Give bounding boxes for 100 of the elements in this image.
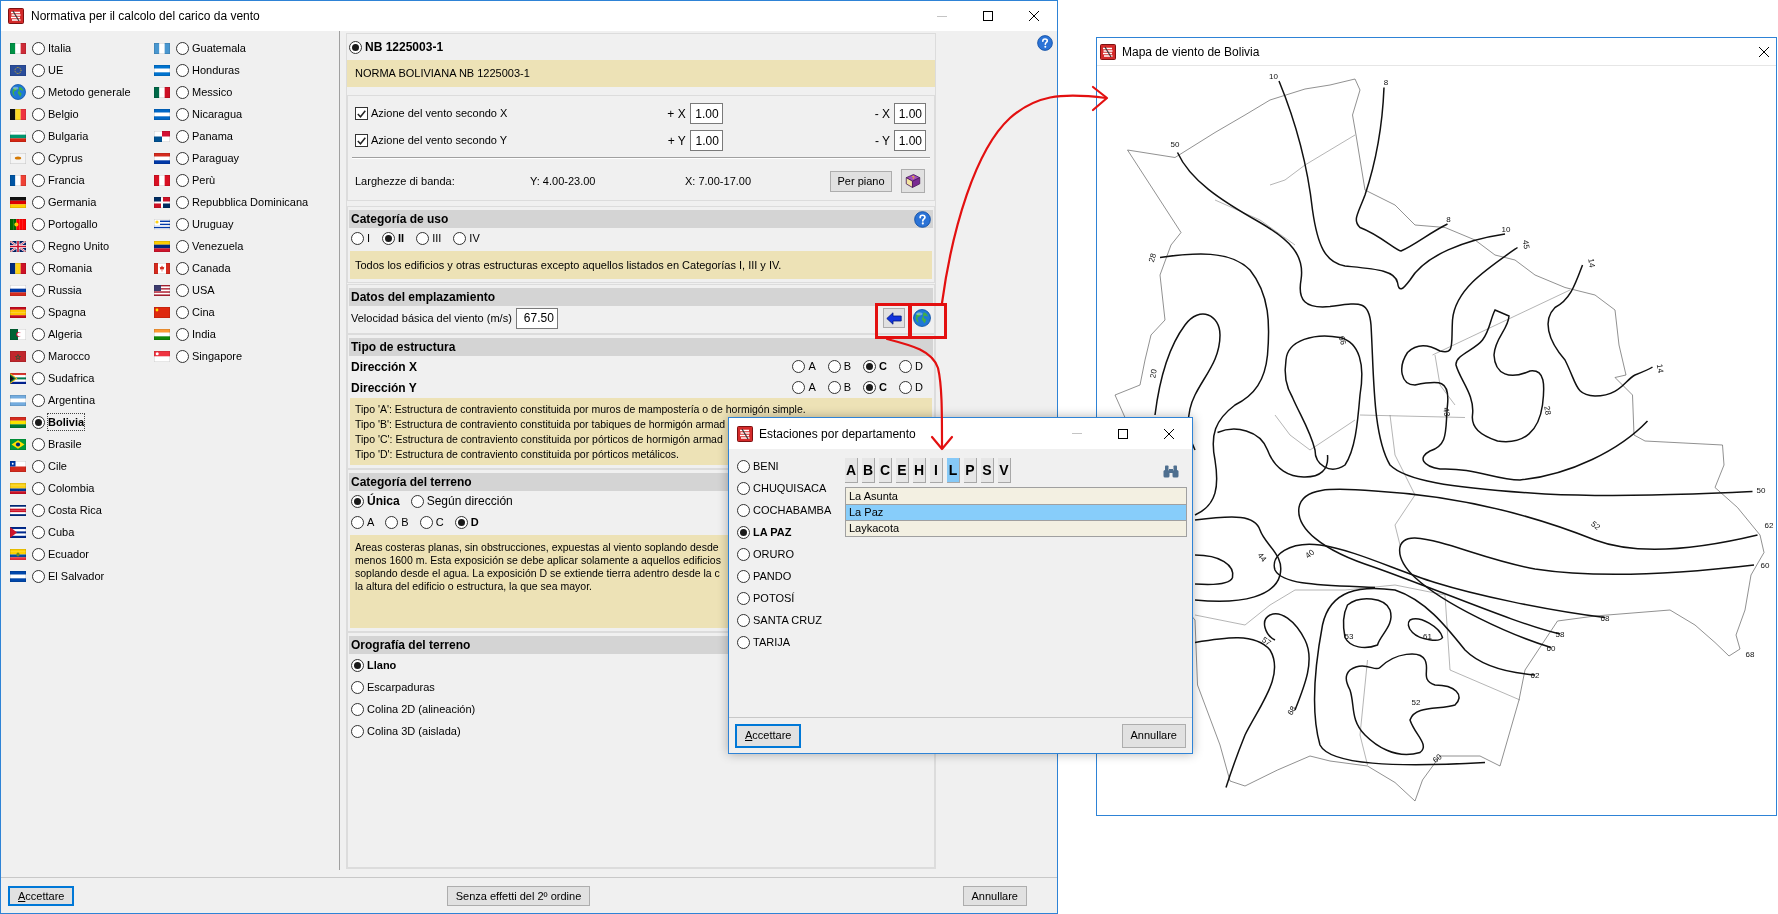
number-field[interactable]: 1.00	[689, 103, 723, 124]
country-radio[interactable]: Metodo generale	[32, 83, 131, 101]
dialog-button[interactable]: Annullare	[1121, 723, 1186, 748]
structure-radio[interactable]: B	[827, 379, 852, 396]
country-radio[interactable]: Guatemala	[176, 39, 246, 57]
country-radio[interactable]: Brasile	[32, 435, 82, 453]
letter-button[interactable]: E	[896, 458, 909, 483]
country-radio[interactable]: Venezuela	[176, 237, 244, 255]
letter-button[interactable]: A	[845, 458, 858, 483]
country-radio[interactable]: Costa Rica	[32, 501, 102, 519]
country-radio[interactable]: Francia	[32, 171, 85, 189]
letter-button[interactable]: C	[879, 458, 892, 483]
letter-button[interactable]: B	[862, 458, 875, 483]
list-item[interactable]: La Paz	[846, 504, 1186, 520]
book-button[interactable]	[901, 169, 925, 193]
globe-icon[interactable]	[913, 309, 931, 327]
maximize-icon[interactable]	[983, 11, 993, 21]
letter-button[interactable]: V	[998, 458, 1011, 483]
country-radio[interactable]: Cuba	[32, 523, 75, 541]
close-icon[interactable]	[1029, 11, 1039, 21]
checkbox[interactable]: Azione del vento secondo Y	[355, 132, 508, 149]
category-radio[interactable]: III	[416, 229, 442, 247]
country-radio[interactable]: Bolivia	[32, 413, 85, 431]
department-radio[interactable]: PANDO	[737, 567, 792, 585]
terrain-radio[interactable]: C	[419, 513, 444, 531]
country-radio[interactable]: Portogallo	[32, 215, 98, 233]
country-radio[interactable]: USA	[176, 281, 215, 299]
letter-button[interactable]: H	[913, 458, 926, 483]
country-radio[interactable]: UE	[32, 61, 64, 79]
country-radio[interactable]: Canada	[176, 259, 231, 277]
structure-radio[interactable]: B	[827, 358, 852, 375]
list-item[interactable]: Laykacota	[846, 520, 1186, 536]
country-radio[interactable]: Argentina	[32, 391, 96, 409]
close-icon[interactable]	[1759, 46, 1769, 57]
structure-radio[interactable]: D	[899, 358, 923, 375]
dialog-button[interactable]: Senza effetti del 2º ordine	[446, 886, 591, 906]
terrain-radio[interactable]: A	[351, 513, 375, 531]
structure-radio[interactable]: A	[792, 358, 816, 375]
country-radio[interactable]: Ecuador	[32, 545, 89, 563]
terrain-radio[interactable]: B	[385, 513, 409, 531]
orography-radio[interactable]: Colina 3D (aislada)	[351, 722, 461, 740]
dialog-button[interactable]: Accettare	[735, 723, 802, 748]
department-radio[interactable]: CHUQUISACA	[737, 479, 827, 497]
country-radio[interactable]: Panama	[176, 127, 233, 145]
number-field[interactable]: 1.00	[689, 130, 723, 151]
help-icon[interactable]	[1037, 35, 1053, 51]
structure-radio[interactable]: D	[899, 379, 923, 396]
orography-radio[interactable]: Llano	[351, 656, 397, 674]
department-radio[interactable]: ORURO	[737, 545, 794, 563]
department-radio[interactable]: LA PAZ	[737, 523, 792, 541]
country-radio[interactable]: Uruguay	[176, 215, 234, 233]
category-radio[interactable]: IV	[453, 229, 480, 247]
binoculars-icon[interactable]	[1163, 465, 1179, 478]
category-radio[interactable]: II	[382, 229, 405, 247]
number-field[interactable]: 1.00	[894, 103, 926, 124]
country-radio[interactable]: Algeria	[32, 325, 83, 343]
country-radio[interactable]: Colombia	[32, 479, 95, 497]
country-radio[interactable]: Germania	[32, 193, 97, 211]
letter-button[interactable]: L	[947, 458, 960, 483]
department-radio[interactable]: COCHABAMBA	[737, 501, 832, 519]
country-radio[interactable]: Regno Unito	[32, 237, 110, 255]
country-radio[interactable]: Repubblica Dominicana	[176, 193, 309, 211]
country-radio[interactable]: Messico	[176, 83, 233, 101]
close-icon[interactable]	[1164, 428, 1174, 439]
country-radio[interactable]: Italia	[32, 39, 72, 57]
department-radio[interactable]: BENI	[737, 457, 779, 475]
country-radio[interactable]: Cile	[32, 457, 67, 475]
dialog-button[interactable]: Accettare	[8, 886, 75, 906]
number-field[interactable]: 1.00	[894, 130, 926, 151]
country-radio[interactable]: Nicaragua	[176, 105, 243, 123]
mode-radio[interactable]: Según dirección	[410, 492, 513, 510]
country-radio[interactable]: India	[176, 325, 216, 343]
mode-radio[interactable]: Única	[351, 492, 400, 510]
country-radio[interactable]: Belgio	[32, 105, 79, 123]
help-icon[interactable]	[914, 210, 931, 228]
orography-radio[interactable]: Colina 2D (alineación)	[351, 700, 476, 718]
terrain-radio[interactable]: D	[454, 513, 479, 531]
dialog-button[interactable]: Annullare	[962, 886, 1027, 906]
country-radio[interactable]: Russia	[32, 281, 82, 299]
letter-button[interactable]: P	[964, 458, 977, 483]
left-arrow-button[interactable]	[883, 308, 905, 328]
structure-radio[interactable]: C	[863, 358, 888, 375]
country-radio[interactable]: Romania	[32, 259, 93, 277]
country-radio[interactable]: Marocco	[32, 347, 91, 365]
checkbox[interactable]: Azione del vento secondo X	[355, 105, 508, 122]
department-radio[interactable]: POTOSÍ	[737, 589, 795, 607]
country-radio[interactable]: Cyprus	[32, 149, 83, 167]
country-radio[interactable]: Paraguay	[176, 149, 240, 167]
country-radio[interactable]: Sudafrica	[32, 369, 95, 387]
country-radio[interactable]: Honduras	[176, 61, 240, 79]
country-radio[interactable]: Bulgaria	[32, 127, 89, 145]
country-radio[interactable]: Perù	[176, 171, 216, 189]
structure-radio[interactable]: A	[792, 379, 816, 396]
per-floor-button[interactable]: Per piano	[830, 170, 892, 192]
country-radio[interactable]: El Salvador	[32, 567, 105, 585]
country-radio[interactable]: Singapore	[176, 347, 243, 365]
country-radio[interactable]: Cina	[176, 303, 215, 321]
department-radio[interactable]: SANTA CRUZ	[737, 611, 822, 629]
standard-radio[interactable]: NB 1225003-1	[349, 38, 444, 56]
orography-radio[interactable]: Escarpaduras	[351, 678, 435, 696]
